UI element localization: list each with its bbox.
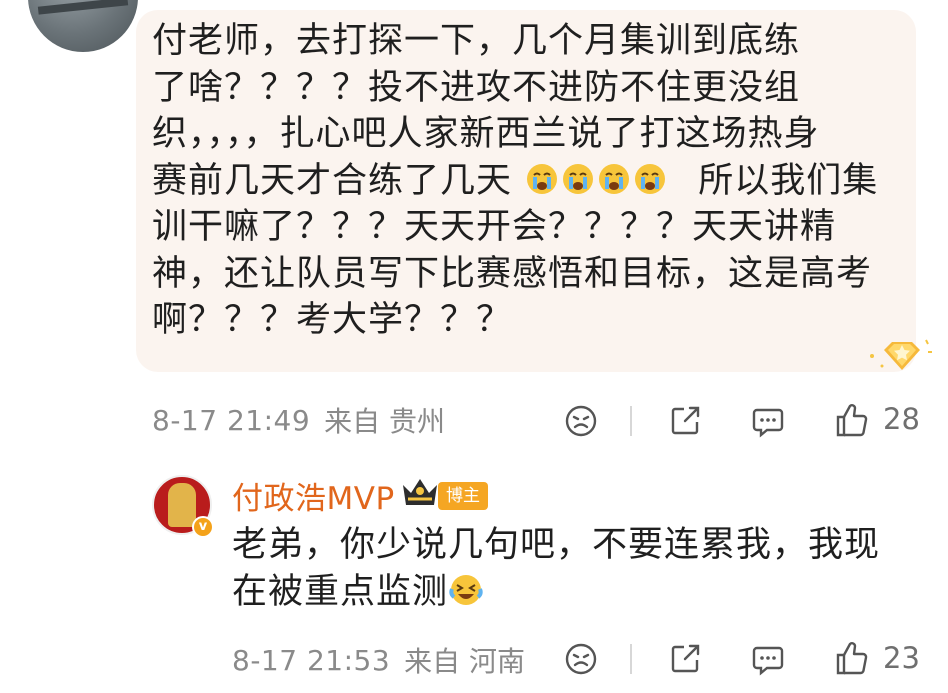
- verified-badge-icon: v: [192, 516, 214, 538]
- emoji-react-button[interactable]: [562, 640, 600, 678]
- emoji-react-button[interactable]: [562, 402, 600, 440]
- divider: [630, 644, 632, 674]
- like-count: 23: [883, 641, 920, 675]
- reply-line: 老弟，你少说几句吧，不要连累我，我现: [232, 525, 881, 565]
- emoji-face-icon: [565, 643, 597, 675]
- star-badge-icon: [870, 339, 932, 370]
- like-thumb-icon: [836, 642, 868, 675]
- commenter-avatar[interactable]: [28, 0, 138, 52]
- comment-text: 付老师，去打探一下，几个月集训到底练 了啥？？？？投不进攻不进防不住更没组 织，…: [152, 18, 892, 344]
- crown-icon: [403, 479, 437, 505]
- comment-meta: 8-17 21:49 来自 贵州: [152, 400, 445, 440]
- share-icon: [671, 406, 700, 435]
- comment-time: 8-17 21:49: [152, 403, 311, 437]
- share-icon: [671, 644, 700, 673]
- reply-button[interactable]: [749, 402, 787, 440]
- crying-emoji-icon: [635, 163, 666, 194]
- share-button[interactable]: [666, 640, 704, 678]
- share-button[interactable]: [666, 402, 704, 440]
- avatar-figure: [168, 483, 196, 527]
- like-button[interactable]: [832, 638, 870, 678]
- comment-line: 织，，，，扎心吧人家新西兰说了打这场热身: [152, 114, 820, 154]
- comment-icon: [752, 408, 784, 438]
- laughing-tears-emoji-icon: [449, 574, 483, 605]
- crying-emoji-icon: [563, 163, 594, 194]
- comment-line: 训干嘛了？？？天天开会？？？？天天讲精: [152, 207, 837, 247]
- comment-line-segment: 赛前几天才合练了几天: [152, 160, 513, 201]
- reply-author-name[interactable]: 付政浩MVP: [232, 473, 395, 518]
- reply-line-segment: 在被重点监测: [232, 571, 449, 612]
- comment-line: 了啥？？？？投不进攻不进防不住更没组: [152, 67, 801, 108]
- comment-line: 啊？？？考大学？？？: [152, 300, 513, 340]
- reply-button[interactable]: [749, 640, 787, 678]
- crying-emoji-icon: [599, 163, 630, 194]
- like-thumb-icon: [836, 404, 868, 437]
- comment-line-segment: 所以我们集: [698, 160, 879, 201]
- emoji-face-icon: [565, 405, 597, 437]
- divider: [630, 406, 632, 436]
- comment-line: 神，还让队员写下比赛感悟和目标，这是高考: [152, 253, 873, 294]
- reply-location: 来自 河南: [404, 645, 526, 678]
- reply-line: 在被重点监测: [232, 569, 912, 616]
- author-tag: 博主: [438, 482, 488, 510]
- crying-emoji-icon: [527, 163, 558, 194]
- comment-line: 付老师，去打探一下，几个月集训到底练: [152, 21, 801, 61]
- comment-line: 赛前几天才合练了几天 所以我们集: [152, 158, 892, 205]
- reply-meta: 8-17 21:53 来自 河南: [232, 640, 525, 680]
- comment-location: 来自 贵州: [324, 405, 446, 438]
- comment-icon: [752, 646, 784, 676]
- reply-text: 老弟，你少说几句吧，不要连累我，我现 在被重点监测: [232, 522, 912, 615]
- like-button[interactable]: [832, 400, 870, 440]
- like-count: 28: [883, 402, 920, 436]
- reply-time: 8-17 21:53: [232, 643, 391, 677]
